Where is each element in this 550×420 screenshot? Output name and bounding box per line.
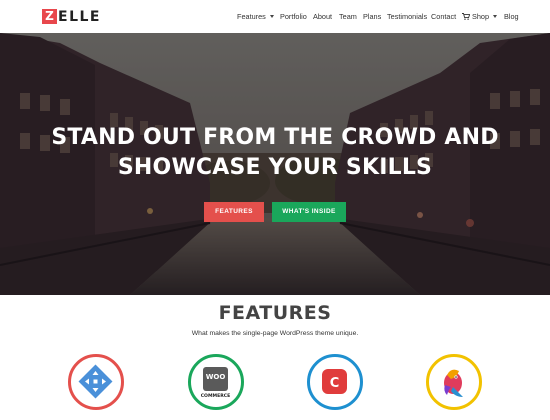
nav-item-portfolio[interactable]: Portfolio (280, 12, 307, 22)
hero-title-line-2: SHOWCASE YOUR SKILLS (117, 155, 433, 180)
features-heading: FEATURES (218, 302, 332, 324)
nav-item-label: Blog (504, 12, 519, 21)
navigation-arrows-icon (78, 364, 113, 399)
nav-item-label: About (313, 12, 333, 21)
c-logo-letter: C (330, 376, 340, 391)
logo-mark: Z (42, 9, 57, 24)
nav-item-blog[interactable]: Blog (504, 12, 519, 22)
commerce-label: COMMERCE (201, 393, 231, 399)
nav-item-features[interactable]: Features (237, 12, 274, 22)
hero-title-line-1: STAND OUT FROM THE CROWD AND (51, 125, 499, 150)
hero-section: STAND OUT FROM THE CROWD AND SHOWCASE YO… (0, 33, 550, 295)
cart-icon (462, 13, 470, 20)
c-logo-icon: C (322, 369, 347, 394)
nav-item-label: Contact (431, 12, 457, 21)
feature-circle-navigation (68, 354, 124, 410)
feature-circle-parrot (426, 354, 482, 410)
nav-item-label: Team (339, 12, 357, 21)
nav-item-label: Features (237, 12, 266, 21)
nav-item-about[interactable]: About (313, 12, 332, 22)
nav-item-shop[interactable]: Shop (462, 12, 498, 22)
site-header: Z ELLE Features Portfolio About Team Pla… (0, 0, 550, 33)
chevron-down-icon (269, 15, 274, 19)
nav-item-testimonials[interactable]: Testimonials (387, 12, 427, 22)
parrot-icon (444, 369, 463, 397)
logo-text: ELLE (58, 8, 101, 25)
hero-title: STAND OUT FROM THE CROWD AND SHOWCASE YO… (0, 123, 550, 183)
nav-item-label: Plans (363, 12, 382, 21)
nav-item-label: Portfolio (280, 12, 307, 21)
woo-label: WOO (206, 373, 226, 381)
site-logo[interactable]: Z ELLE (42, 8, 101, 25)
chevron-down-icon (493, 15, 498, 19)
feature-circle-woocommerce: WOO COMMERCE (188, 354, 244, 410)
nav-item-label: Testimonials (387, 12, 428, 21)
woocommerce-icon: WOO COMMERCE (201, 367, 231, 399)
whats-inside-button[interactable]: WHAT'S INSIDE (272, 202, 346, 222)
feature-circle-c-logo: C (307, 354, 363, 410)
nav-item-team[interactable]: Team (339, 12, 357, 22)
nav-item-contact[interactable]: Contact (431, 12, 456, 22)
nav-item-label: Shop (472, 12, 490, 21)
nav-item-plans[interactable]: Plans (363, 12, 381, 22)
features-button[interactable]: FEATURES (204, 202, 264, 222)
features-subtitle: What makes the single-page WordPress the… (191, 330, 359, 337)
